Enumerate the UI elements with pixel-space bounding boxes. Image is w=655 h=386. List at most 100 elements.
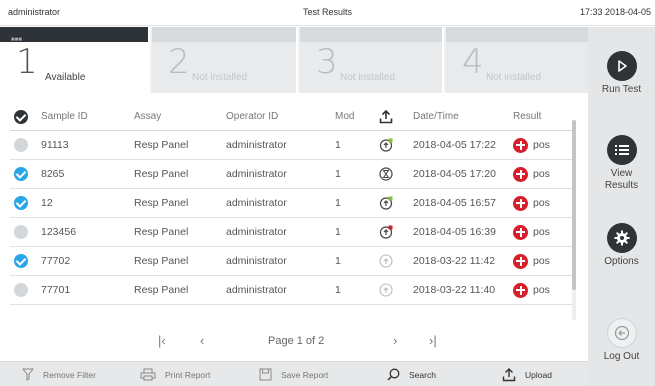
module-tab-3[interactable]: 3 Not installed [300,27,444,93]
upload-status-cell [379,218,393,246]
check-icon [14,283,28,297]
module-number: 1 [16,42,38,82]
select-all-checkbox[interactable] [14,103,34,130]
upload-status-cell [379,276,393,304]
column-header-upload[interactable] [379,103,393,130]
module-status-strip [446,27,588,42]
module-number: 2 [168,42,190,82]
column-header-result[interactable]: Result [513,103,541,130]
next-page-button[interactable]: › [393,333,397,348]
mod-cell: 1 [335,139,341,151]
module-label: Not installed [340,72,396,83]
page-indicator: Page 1 of 2 [268,335,325,347]
row-checkbox[interactable] [14,218,34,246]
mod-cell: 1 [335,284,341,296]
table-row[interactable]: 8265 Resp Panel administrator 1 2018-04-05 1… [10,160,572,189]
row-checkbox[interactable] [14,247,34,275]
sample-id-cell: 91113 [41,139,69,151]
module-status-strip [300,27,442,42]
options-button[interactable]: Options [588,223,655,268]
module-label: Not installed [486,72,542,83]
table-row[interactable]: 12 Resp Panel administrator 1 2018-04-05 16:… [10,189,572,218]
table-row[interactable]: 77701 Resp Panel administrator 1 2018-03-22 … [10,276,572,305]
remove-filter-button[interactable]: Remove Filter [22,362,96,386]
result-text: pos [533,255,550,267]
table-body: 91113 Resp Panel administrator 1 2018-04-05 … [10,131,572,305]
upload-button[interactable]: Upload [502,362,552,386]
scrollbar-thumb[interactable] [572,120,576,290]
mod-cell: 1 [335,197,341,209]
assay-cell: Resp Panel [134,197,189,209]
upload-failed-red-icon [379,225,393,239]
print-report-label: Print Report [165,369,211,380]
sample-id-cell: 77702 [41,255,71,267]
previous-page-button[interactable]: ‹ [200,333,204,348]
search-button[interactable]: Search [387,362,436,386]
result-text: pos [533,226,550,238]
column-header-sample-id[interactable]: Sample ID [41,103,88,130]
date-time-cell: 2018-04-05 16:57 [413,197,496,209]
mod-cell: 1 [335,226,341,238]
row-checkbox[interactable] [14,189,34,217]
table-row[interactable]: 91113 Resp Panel administrator 1 2018-04-05 … [10,131,572,160]
column-header-operator-id[interactable]: Operator ID [226,103,278,130]
first-page-button[interactable]: |‹ [158,333,166,348]
result-text: pos [533,197,550,209]
run-test-button[interactable]: Run Test [588,51,655,96]
operator-cell: administrator [226,284,287,296]
mod-cell: 1 [335,255,341,267]
uploaded-icon [379,283,393,297]
right-sidebar: Run Test View Results Options Log Out [588,27,655,386]
view-results-button[interactable]: View Results [588,135,655,192]
date-time-cell: 2018-03-22 11:40 [413,284,496,296]
top-bar: administrator Test Results 17:33 2018-04… [0,0,655,26]
mod-cell: 1 [335,168,341,180]
last-page-button[interactable]: ›| [429,333,437,348]
print-report-button[interactable]: Print Report [140,362,210,386]
log-out-button[interactable]: Log Out [588,318,655,363]
date-time-cell: 2018-04-05 17:22 [413,139,496,151]
row-checkbox[interactable] [14,131,34,159]
row-checkbox[interactable] [14,276,34,304]
check-icon [14,167,28,181]
result-cell: pos [513,189,550,217]
upload-status-cell [379,131,393,159]
column-header-mod[interactable]: Mod [335,103,354,130]
table-scrollbar[interactable] [572,120,576,320]
table-row[interactable]: 77702 Resp Panel administrator 1 2018-03-22 … [10,247,572,276]
upload-pending-green-icon [379,196,393,210]
check-icon [14,225,28,239]
module-tabs: ■■■ 1 Available 2 Not installed 3 Not in… [0,27,588,93]
table-header: Sample ID Assay Operator ID Mod Date/Tim… [10,103,572,131]
options-label: Options [604,256,639,267]
operator-cell: administrator [226,255,287,267]
module-label: Available [45,72,86,83]
operator-cell: administrator [226,226,287,238]
column-header-assay[interactable]: Assay [134,103,161,130]
module-tab-2[interactable]: 2 Not installed [152,27,298,93]
positive-plus-icon [513,195,528,211]
module-tab-1[interactable]: ■■■ 1 Available [0,27,150,93]
row-checkbox[interactable] [14,160,34,188]
search-icon [387,368,400,381]
filter-icon [22,368,34,381]
positive-plus-icon [513,166,528,182]
positive-plus-icon [513,253,528,269]
operator-cell: administrator [226,197,287,209]
result-text: pos [533,168,550,180]
table-row[interactable]: 123456 Resp Panel administrator 1 2018-04-05… [10,218,572,247]
operator-cell: administrator [226,168,287,180]
gear-icon [606,223,637,253]
assay-cell: Resp Panel [134,168,189,180]
list-icon [606,135,637,165]
module-tab-4[interactable]: 4 Not installed [446,27,588,93]
upload-label: Upload [525,369,552,380]
upload-status-cell [379,247,393,275]
save-report-button[interactable]: Save Report [259,362,328,386]
pagination: |‹ ‹ Page 1 of 2 › ›| [10,329,572,353]
check-icon [14,109,28,124]
assay-cell: Resp Panel [134,226,189,238]
column-header-date-time[interactable]: Date/Time [413,103,459,130]
run-test-label: Run Test [601,84,642,95]
play-icon [606,51,637,81]
